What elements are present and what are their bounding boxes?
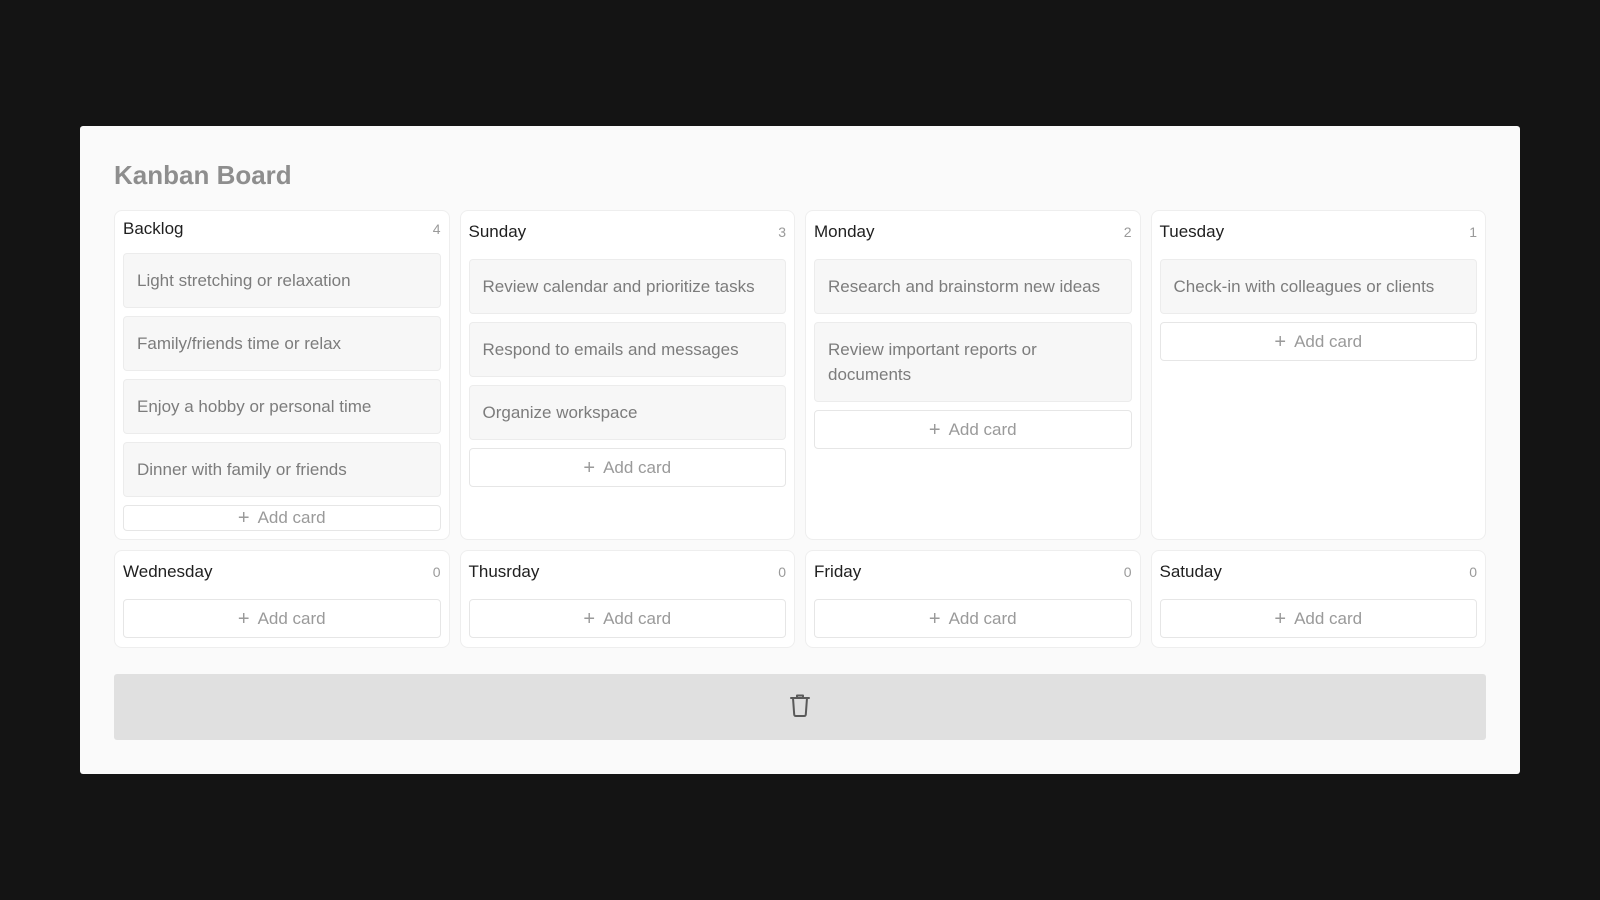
column-title: Tuesday <box>1159 222 1225 241</box>
column-sunday: Sunday 3 Review calendar and prioritize … <box>459 210 795 540</box>
column-title: Friday <box>814 562 862 581</box>
add-card-button[interactable]: + Add card <box>814 599 1132 638</box>
card[interactable]: Research and brainstorm new ideas <box>814 259 1132 314</box>
column-backlog: Backlog 4 Light stretching or relaxation… <box>114 210 450 540</box>
column-count: 0 <box>432 564 441 580</box>
plus-icon: + <box>583 456 596 479</box>
column-friday: Friday 0 + Add card <box>805 550 1141 648</box>
add-card-label: Add card <box>257 508 326 527</box>
column-title: Satuday <box>1159 562 1222 581</box>
column-header: Monday 2 <box>814 219 1132 245</box>
card[interactable]: Respond to emails and messages <box>468 322 786 377</box>
column-header: Friday 0 <box>814 559 1132 585</box>
column-count: 4 <box>432 221 441 237</box>
column-count: 0 <box>1469 564 1477 580</box>
column-title: Sunday <box>468 222 527 241</box>
add-card-label: Add card <box>603 608 672 628</box>
plus-icon: + <box>928 607 941 630</box>
add-card-label: Add card <box>1294 331 1363 351</box>
plus-icon: + <box>237 507 250 529</box>
column-wednesday: Wednesday 0 + Add card <box>114 550 450 648</box>
add-card-label: Add card <box>1294 608 1363 628</box>
column-header: Satuday 0 <box>1160 559 1478 585</box>
card[interactable]: Family/friends time or relax <box>123 316 441 371</box>
column-count: 0 <box>778 564 786 580</box>
column-header: Sunday 3 <box>469 219 787 245</box>
column-monday: Monday 2 Research and brainstorm new ide… <box>805 210 1141 540</box>
columns-grid: Backlog 4 Light stretching or relaxation… <box>114 210 1486 648</box>
column-count: 1 <box>1469 224 1477 240</box>
card[interactable]: Light stretching or relaxation <box>123 253 441 308</box>
card[interactable]: Check-in with colleagues or clients <box>1159 259 1477 314</box>
column-count: 2 <box>1123 224 1132 240</box>
column-title: Thusrday <box>468 562 540 581</box>
add-card-button[interactable]: + Add card <box>1159 322 1477 361</box>
add-card-label: Add card <box>603 457 672 477</box>
board-title: Kanban Board <box>114 160 292 190</box>
card[interactable]: Review important reports or documents <box>814 322 1132 402</box>
column-title: Wednesday <box>123 562 213 581</box>
column-tuesday: Tuesday 1 Check-in with colleagues or cl… <box>1150 210 1486 540</box>
column-header: Thusrday 0 <box>469 559 787 585</box>
card[interactable]: Enjoy a hobby or personal time <box>123 379 441 434</box>
kanban-board: Kanban Board Backlog 4 Light stretching … <box>80 126 1520 774</box>
plus-icon: + <box>583 607 596 630</box>
column-count: 0 <box>1123 564 1132 580</box>
plus-icon: + <box>1274 607 1287 630</box>
plus-icon: + <box>928 418 941 441</box>
add-card-button[interactable]: + Add card <box>814 410 1132 449</box>
add-card-label: Add card <box>948 608 1017 628</box>
plus-icon: + <box>1274 330 1287 353</box>
add-card-button[interactable]: + Add card <box>123 599 441 638</box>
plus-icon: + <box>237 607 250 630</box>
add-card-label: Add card <box>257 608 326 628</box>
add-card-label: Add card <box>948 419 1017 439</box>
trash-icon <box>789 693 811 722</box>
column-header: Backlog 4 <box>123 219 441 239</box>
column-saturday: Satuday 0 + Add card <box>1150 550 1486 648</box>
column-header: Wednesday 0 <box>123 559 441 585</box>
card[interactable]: Review calendar and prioritize tasks <box>468 259 786 314</box>
add-card-button[interactable]: + Add card <box>1159 599 1477 638</box>
add-card-button[interactable]: + Add card <box>468 448 786 487</box>
card[interactable]: Organize workspace <box>468 385 786 440</box>
add-card-button[interactable]: + Add card <box>468 599 786 638</box>
trash-drop-zone[interactable] <box>114 674 1486 740</box>
column-thursday: Thusrday 0 + Add card <box>459 550 795 648</box>
card[interactable]: Dinner with family or friends <box>123 442 441 497</box>
add-card-button[interactable]: + Add card <box>123 505 441 531</box>
column-header: Tuesday 1 <box>1160 219 1478 245</box>
column-title: Backlog <box>123 219 184 238</box>
column-title: Monday <box>814 222 875 241</box>
column-count: 3 <box>778 224 786 240</box>
